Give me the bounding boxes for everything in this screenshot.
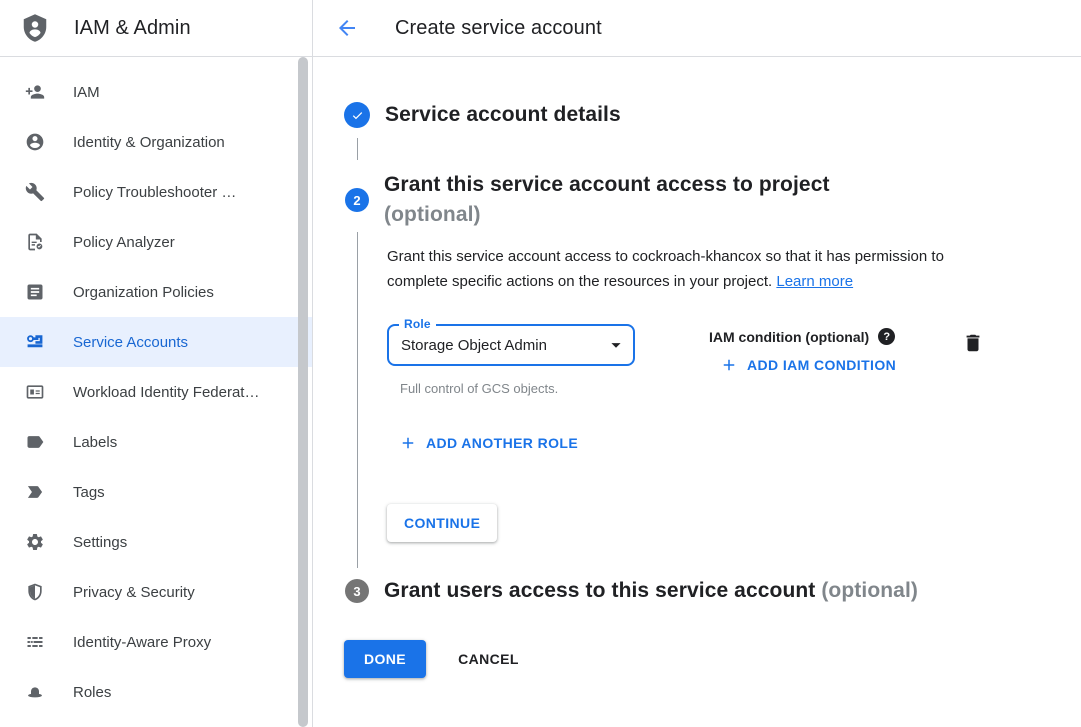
back-arrow-icon[interactable] [335,16,359,40]
plus-icon [399,434,417,452]
help-icon[interactable]: ? [878,328,895,345]
sidebar-header: IAM & Admin [0,0,313,57]
step-connector [357,232,358,568]
step2-title: Grant this service account access to pro… [384,170,830,230]
cancel-button[interactable]: CANCEL [458,651,519,667]
sidebar-item-label: Service Accounts [73,334,188,351]
sidebar-item-tags[interactable]: Tags [0,467,312,517]
sidebar-item-policy-analyzer[interactable]: Policy Analyzer [0,217,312,267]
sidebar-item-label: Policy Troubleshooter … [73,184,236,201]
sidebar-item-identity-aware-proxy[interactable]: Identity-Aware Proxy [0,617,312,667]
sidebar-item-policy-troubleshooter[interactable]: Policy Troubleshooter … [0,167,312,217]
sidebar-item-label: Workload Identity Federat… [73,384,259,401]
app-window: IAM & Admin Create service account IAM I… [0,0,1081,727]
service-account-key-icon [25,332,45,352]
step3-row: 3 Grant users access to this service acc… [345,576,1081,606]
step1-complete-check-icon [344,102,370,128]
label-icon [25,432,45,452]
article-icon [25,282,45,302]
brand-title: IAM & Admin [74,17,191,40]
role-column: Role Storage Object Admin Full control o… [387,324,635,396]
sidebar-item-label: Privacy & Security [73,584,195,601]
sidebar-item-label: Organization Policies [73,284,214,301]
iam-condition-label: IAM condition (optional) [709,329,869,345]
learn-more-link[interactable]: Learn more [776,273,853,290]
step3-optional-label: (optional) [821,579,918,602]
delete-role-button[interactable] [962,332,984,357]
step1-row: Service account details [345,100,1081,130]
account-circle-icon [25,132,45,152]
role-helper-text: Full control of GCS objects. [387,381,635,396]
sidebar-item-label: Settings [73,534,127,551]
create-service-account-form: Service account details 2 Grant this ser… [313,57,1081,727]
sidebar: IAM Identity & Organization Policy Troub… [0,57,313,727]
sidebar-scrollbar-thumb[interactable] [298,57,308,727]
card-icon [25,382,45,402]
iam-condition-header: IAM condition (optional) ? [709,324,896,345]
sidebar-item-service-accounts[interactable]: Service Accounts [0,317,312,367]
gear-icon [25,532,45,552]
sidebar-item-roles[interactable]: Roles [0,667,312,717]
continue-button[interactable]: CONTINUE [387,504,497,542]
sidebar-item-label: Policy Analyzer [73,234,175,251]
step2-body: Grant this service account access to coc… [313,230,1081,568]
policy-analyzer-icon [25,232,45,252]
step2-optional-label: (optional) [384,200,830,230]
page-title: Create service account [395,17,602,40]
sidebar-item-label: Labels [73,434,117,451]
role-select[interactable]: Role Storage Object Admin [387,324,635,366]
step-connector [357,138,358,160]
tag-icon [25,482,45,502]
step2-number-badge: 2 [345,188,369,212]
role-field-label: Role [399,317,436,331]
done-button[interactable]: DONE [344,640,426,678]
add-iam-condition-button[interactable]: ADD IAM CONDITION [720,356,896,374]
sidebar-item-settings[interactable]: Settings [0,517,312,567]
sidebar-item-label: Identity & Organization [73,134,225,151]
wrench-icon [25,182,45,202]
plus-icon [720,356,738,374]
iam-condition-column: IAM condition (optional) ? ADD IAM CONDI… [709,324,896,374]
add-another-role-button[interactable]: ADD ANOTHER ROLE [399,434,578,452]
sidebar-item-workload-identity-federation[interactable]: Workload Identity Federat… [0,367,312,417]
sidebar-item-label: Tags [73,484,105,501]
page-header: Create service account [313,0,1081,57]
sidebar-item-privacy-security[interactable]: Privacy & Security [0,567,312,617]
dropdown-arrow-icon [605,334,627,356]
iam-admin-shield-logo-icon [20,13,50,43]
sidebar-item-iam[interactable]: IAM [0,67,312,117]
step3-number-badge: 3 [345,579,369,603]
trash-icon [962,332,984,354]
shield-icon [25,582,45,602]
sidebar-item-labels[interactable]: Labels [0,417,312,467]
sidebar-item-organization-policies[interactable]: Organization Policies [0,267,312,317]
sidebar-item-label: Roles [73,684,111,701]
step2-row: 2 Grant this service account access to p… [345,170,1081,230]
step3-title: Grant users access to this service accou… [384,576,918,606]
sidebar-item-identity-organization[interactable]: Identity & Organization [0,117,312,167]
step2-description: Grant this service account access to coc… [387,244,981,294]
step1-title: Service account details [385,100,621,130]
form-actions: DONE CANCEL [344,640,1081,678]
person-add-icon [25,82,45,102]
sidebar-item-label: IAM [73,84,100,101]
proxy-icon [25,632,45,652]
sidebar-item-label: Identity-Aware Proxy [73,634,211,651]
role-row: Role Storage Object Admin Full control o… [387,324,1081,396]
roles-hat-icon [25,682,45,702]
role-selected-value: Storage Object Admin [401,337,547,354]
